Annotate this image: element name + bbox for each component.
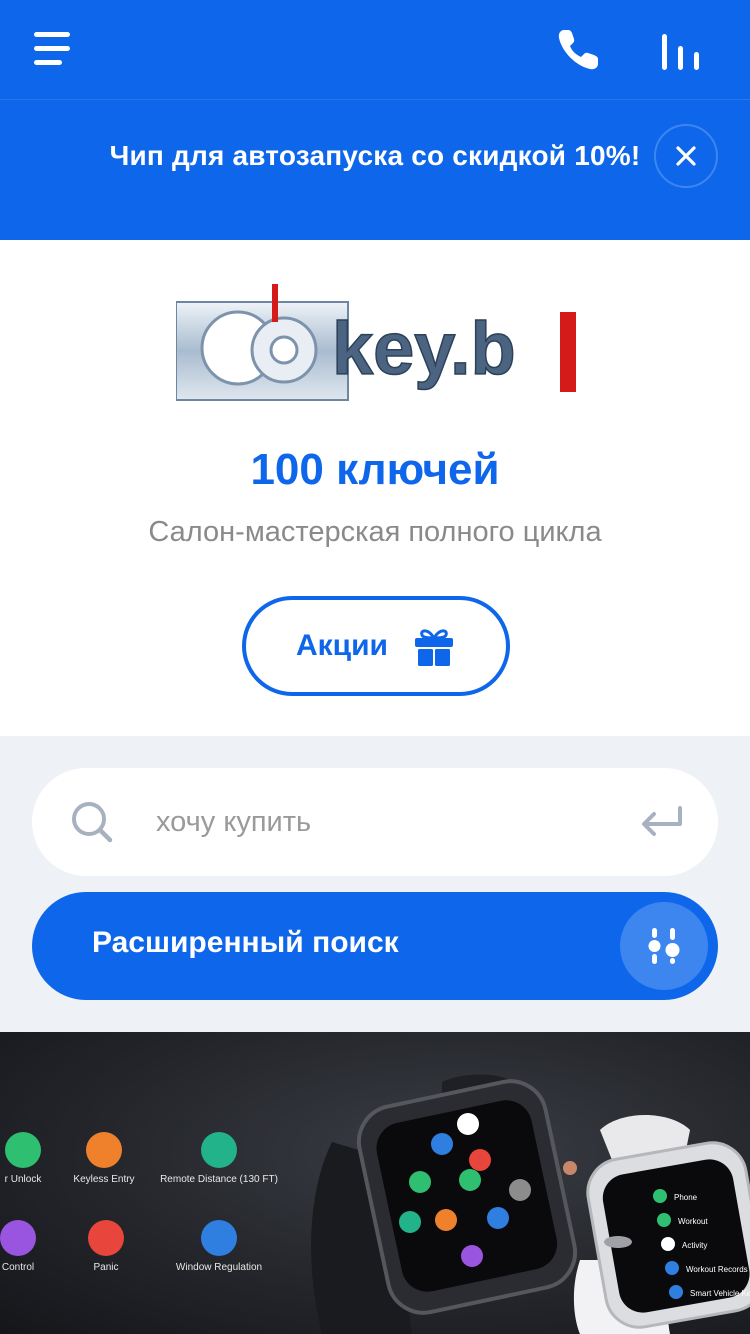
hamburger-menu-icon[interactable]: [26, 22, 82, 78]
filter-sliders-icon: [620, 902, 708, 990]
feature-label: Keyless Entry: [73, 1174, 135, 1185]
control-icon: [0, 1220, 36, 1256]
search-section: Расширенный поиск: [0, 736, 750, 1032]
feature-remote-distance: Remote Distance (130 FT): [156, 1132, 282, 1185]
keyless-entry-icon: [86, 1132, 122, 1168]
promo-banner: Чип для автозапуска со скидкой 10%!: [0, 100, 750, 240]
feature-panic: Panic: [66, 1220, 146, 1273]
product-banner[interactable]: r Unlock Keyless Entry Remote Distance (…: [0, 1032, 750, 1334]
feature-label: Control: [1, 1262, 35, 1273]
svg-text:Workout Records: Workout Records: [686, 1265, 748, 1274]
feature-control: Control: [0, 1220, 58, 1273]
brand-section: key.b 100 ключей Салон-мастерская полног…: [0, 240, 750, 736]
feature-unlock: r Unlock: [0, 1132, 68, 1185]
page-subtitle: Салон-мастерская полного цикла: [148, 516, 602, 548]
remote-distance-icon: [201, 1132, 237, 1168]
feature-label: Remote Distance (130 FT): [160, 1174, 278, 1185]
feature-label: Window Regulation: [175, 1262, 263, 1273]
svg-text:Phone: Phone: [674, 1193, 698, 1202]
svg-text:Activity: Activity: [682, 1241, 707, 1250]
promotions-button-label: Акции: [295, 629, 388, 662]
logo[interactable]: key.b: [158, 282, 576, 402]
close-promo-button[interactable]: [654, 124, 718, 188]
top-bar: [0, 0, 750, 100]
panic-icon: [88, 1220, 124, 1256]
svg-text:Workout: Workout: [678, 1217, 708, 1226]
enter-icon[interactable]: [638, 802, 686, 842]
promotions-button[interactable]: Акции: [242, 596, 510, 696]
logo-text: key.b: [332, 307, 516, 390]
window-regulation-icon: [201, 1220, 237, 1256]
feature-keyless-entry: Keyless Entry: [64, 1132, 144, 1185]
black-smartwatch-image: [311, 1074, 578, 1334]
search-input[interactable]: [156, 792, 616, 852]
promo-text: Чип для автозапуска со скидкой 10%!: [109, 140, 641, 171]
close-icon: [676, 146, 696, 166]
phone-icon[interactable]: [550, 22, 606, 78]
advanced-search-button[interactable]: Расширенный поиск: [32, 892, 718, 1000]
bar-chart-icon[interactable]: [654, 22, 710, 78]
svg-text:Smart Vehicle Key: Smart Vehicle Key: [690, 1289, 750, 1298]
feature-window-regulation: Window Regulation: [164, 1220, 274, 1273]
feature-label: r Unlock: [4, 1174, 42, 1185]
unlock-icon: [5, 1132, 41, 1168]
gift-icon: [415, 629, 453, 666]
search-bar[interactable]: [32, 768, 718, 876]
search-icon[interactable]: [68, 798, 116, 846]
page-title: 100 ключей: [250, 445, 500, 494]
white-smartwatch-image: Phone Workout Activity Workout Records S…: [573, 1115, 750, 1334]
feature-label: Panic: [93, 1262, 119, 1273]
advanced-search-label: Расширенный поиск: [92, 926, 399, 959]
